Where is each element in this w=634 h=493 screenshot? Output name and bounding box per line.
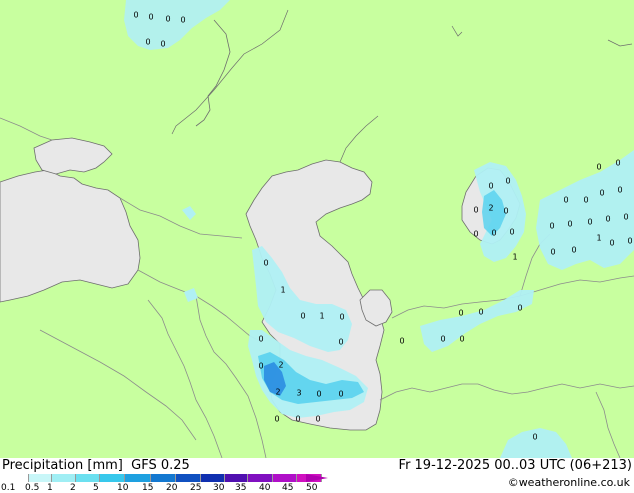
product-name: Precipitation [mm] bbox=[2, 458, 123, 473]
legend-swatch bbox=[29, 474, 52, 482]
value-label: 0 bbox=[478, 308, 483, 317]
value-label: 1 bbox=[280, 286, 285, 295]
legend-tick-label: 0.1 bbox=[1, 483, 16, 493]
legend-tick-label: 30 bbox=[213, 483, 225, 493]
value-label: 0 bbox=[459, 335, 464, 344]
valid-time: Fr 19-12-2025 00..03 UTC (06+213) bbox=[398, 458, 632, 473]
value-label: 0 bbox=[315, 415, 320, 424]
value-label: 0 bbox=[599, 189, 604, 198]
value-label: 0 bbox=[165, 15, 170, 24]
value-label: 0 bbox=[550, 248, 555, 257]
legend-swatch bbox=[201, 474, 225, 482]
value-label: 0 bbox=[503, 207, 508, 216]
legend-tick-label: 5 bbox=[93, 483, 99, 493]
value-label: 0 bbox=[532, 433, 537, 442]
value-label: 0 bbox=[627, 237, 632, 246]
value-label: 0 bbox=[399, 337, 404, 346]
value-label: 0 bbox=[258, 335, 263, 344]
legend-tick-label: 2 bbox=[70, 483, 76, 493]
value-label: 0 bbox=[338, 338, 343, 347]
legend-swatch bbox=[100, 474, 125, 482]
map-footer: Precipitation [mm] GFS 0.25 Fr 19-12-202… bbox=[0, 458, 634, 493]
value-label: 2 bbox=[278, 361, 283, 370]
weather-map: 0 0 0 0 0 0 0 0 0 2 0 0 0 0 1 0 0 0 0 0 … bbox=[0, 0, 634, 493]
legend-swatch bbox=[248, 474, 273, 482]
value-label: 0 bbox=[473, 230, 478, 239]
value-label: 1 bbox=[319, 312, 324, 321]
legend-swatch bbox=[125, 474, 151, 482]
value-label: 0 bbox=[316, 390, 321, 399]
legend-tick-label: 50 bbox=[306, 483, 318, 493]
value-label: 0 bbox=[458, 309, 463, 318]
value-label: 0 bbox=[295, 415, 300, 424]
legend-swatch bbox=[76, 474, 100, 482]
legend-tick-label: 0.5 bbox=[25, 483, 40, 493]
value-label: 0 bbox=[258, 362, 263, 371]
value-label: 0 bbox=[571, 246, 576, 255]
value-label: 0 bbox=[133, 11, 138, 20]
legend-swatch bbox=[176, 474, 201, 482]
value-label: 3 bbox=[296, 389, 301, 398]
value-label: 1 bbox=[596, 234, 601, 243]
legend-swatch bbox=[273, 474, 297, 482]
legend-tick-label: 10 bbox=[117, 483, 129, 493]
value-label: 2 bbox=[488, 204, 493, 213]
value-label: 0 bbox=[263, 259, 268, 268]
value-label: 0 bbox=[617, 186, 622, 195]
value-label: 0 bbox=[505, 177, 510, 186]
map-title: Precipitation [mm] GFS 0.25 bbox=[2, 458, 190, 473]
value-label: 0 bbox=[615, 159, 620, 168]
value-label: 0 bbox=[509, 228, 514, 237]
credit-text: ©weatheronline.co.uk bbox=[507, 476, 630, 489]
legend-tick-label: 20 bbox=[166, 483, 178, 493]
legend-tick-label: 40 bbox=[259, 483, 271, 493]
value-label: 0 bbox=[587, 218, 592, 227]
legend-tick-label: 15 bbox=[142, 483, 154, 493]
value-label: 0 bbox=[583, 196, 588, 205]
value-label: 0 bbox=[563, 196, 568, 205]
legend-swatch bbox=[4, 474, 29, 482]
value-label: 0 bbox=[440, 335, 445, 344]
legend-tick-label: 25 bbox=[190, 483, 202, 493]
legend-swatch bbox=[151, 474, 176, 482]
legend-tick-label: 35 bbox=[235, 483, 247, 493]
legend-tick-label: 45 bbox=[282, 483, 294, 493]
value-label: 0 bbox=[549, 222, 554, 231]
value-label: 0 bbox=[596, 163, 601, 172]
value-label: 0 bbox=[274, 415, 279, 424]
value-label: 0 bbox=[300, 312, 305, 321]
legend-swatch bbox=[52, 474, 76, 482]
value-label: 1 bbox=[512, 253, 517, 262]
legend-overflow-arrow bbox=[306, 474, 328, 482]
value-label: 0 bbox=[605, 215, 610, 224]
precipitation-map: 0 0 0 0 0 0 0 0 0 2 0 0 0 0 1 0 0 0 0 0 … bbox=[0, 0, 634, 458]
value-label: 0 bbox=[145, 38, 150, 47]
legend-swatch bbox=[225, 474, 248, 482]
value-label: 0 bbox=[609, 239, 614, 248]
value-label: 0 bbox=[567, 220, 572, 229]
value-label: 0 bbox=[338, 390, 343, 399]
value-label: 0 bbox=[180, 16, 185, 25]
model-name: GFS 0.25 bbox=[131, 458, 190, 473]
value-label: 0 bbox=[517, 304, 522, 313]
value-label: 0 bbox=[148, 13, 153, 22]
value-label: 0 bbox=[473, 206, 478, 215]
value-label: 0 bbox=[339, 313, 344, 322]
legend-tick-label: 1 bbox=[47, 483, 53, 493]
value-label: 0 bbox=[488, 182, 493, 191]
legend-color-scale bbox=[4, 474, 322, 482]
value-label: 0 bbox=[491, 229, 496, 238]
value-label: 0 bbox=[160, 40, 165, 49]
value-label: 0 bbox=[623, 213, 628, 222]
value-label: 2 bbox=[275, 388, 280, 397]
